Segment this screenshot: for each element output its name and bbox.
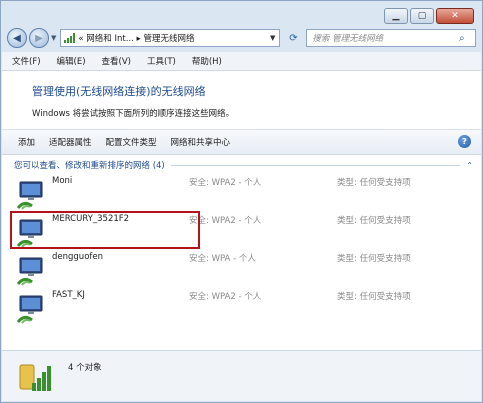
network-security: 安全: WPA2 - 个人 — [189, 178, 262, 188]
address-row: ◀ ▶ ▼ « 网络和 Int... ▸ 管理无线网络 ▼ ⟳ 搜索 管理无线网… — [7, 27, 476, 49]
menu-tools[interactable]: 工具(T) — [147, 55, 176, 67]
page-description: Windows 将尝试按照下面所列的顺序连接这些网络。 — [32, 109, 235, 119]
network-security: 安全: WPA - 个人 — [189, 254, 256, 264]
close-button[interactable]: ✕ — [436, 8, 474, 24]
group-header[interactable]: 您可以查看、修改和重新排序的网络 (4) ⌃ — [14, 158, 473, 172]
command-bar: 添加 适配器属性 配置文件类型 网络和共享中心 ? — [2, 129, 481, 155]
add-button[interactable]: 添加 — [18, 136, 35, 148]
network-sharing-center-button[interactable]: 网络和共享中心 — [171, 136, 231, 148]
search-input[interactable]: 搜索 管理无线网络 — [312, 32, 459, 44]
menu-view[interactable]: 查看(V) — [102, 55, 131, 67]
maximize-icon: ▢ — [417, 11, 427, 21]
network-security: 安全: WPA2 - 个人 — [189, 292, 262, 302]
refresh-button[interactable]: ⟳ — [284, 29, 302, 47]
page-title: 管理使用(无线网络连接)的无线网络 — [32, 85, 206, 98]
network-type: 类型: 任何受支持项 — [337, 254, 411, 264]
profile-types-button[interactable]: 配置文件类型 — [106, 136, 157, 148]
window: ▁ ▢ ✕ ◀ ▶ ▼ « 网络和 Int... ▸ 管理无线网络 ▼ ⟳ 搜索… — [0, 0, 483, 403]
collapse-chevron-icon[interactable]: ⌃ — [466, 161, 473, 170]
status-bar: 4 个对象 — [2, 350, 481, 401]
item-count: 4 个对象 — [68, 363, 102, 373]
address-bar[interactable]: « 网络和 Int... ▸ 管理无线网络 ▼ — [60, 29, 281, 47]
network-name: FAST_KJ — [52, 290, 85, 300]
network-item-fast-kj[interactable]: FAST_KJ 安全: WPA2 - 个人 类型: 任何受支持项 — [12, 290, 471, 326]
back-button[interactable]: ◀ — [7, 28, 27, 48]
network-type: 类型: 任何受支持项 — [337, 216, 411, 226]
group-divider — [170, 164, 461, 166]
network-folder-icon — [19, 364, 51, 391]
content-area: 管理使用(无线网络连接)的无线网络 Windows 将尝试按照下面所列的顺序连接… — [2, 71, 481, 401]
minimize-button[interactable]: ▁ — [384, 8, 408, 24]
network-folder-icon — [64, 33, 76, 43]
menu-file[interactable]: 文件(F) — [12, 55, 41, 67]
history-dropdown-icon[interactable]: ▼ — [51, 34, 56, 42]
network-item-moni[interactable]: Moni 安全: WPA2 - 个人 类型: 任何受支持项 — [12, 176, 471, 212]
search-icon[interactable]: ⌕ — [459, 33, 475, 44]
group-title: 您可以查看、修改和重新排序的网络 (4) — [14, 161, 165, 171]
network-type: 类型: 任何受支持项 — [337, 178, 411, 188]
network-name: Moni — [52, 176, 73, 186]
close-icon: ✕ — [451, 11, 459, 21]
selection-highlight-box — [10, 211, 200, 249]
menu-help[interactable]: 帮助(H) — [192, 55, 222, 67]
breadcrumb-manage-wireless[interactable]: 管理无线网络 — [144, 34, 195, 44]
wireless-network-icon — [16, 181, 43, 210]
menu-edit[interactable]: 编辑(E) — [57, 55, 86, 67]
menu-bar: 文件(F) 编辑(E) 查看(V) 工具(T) 帮助(H) — [2, 52, 481, 71]
network-item-dengguofen[interactable]: dengguofen 安全: WPA - 个人 类型: 任何受支持项 — [12, 252, 471, 288]
forward-button[interactable]: ▶ — [29, 28, 49, 48]
forward-arrow-icon: ▶ — [35, 32, 43, 44]
breadcrumb-network-internet[interactable]: 网络和 Int... — [86, 34, 134, 44]
network-name: dengguofen — [52, 252, 103, 262]
window-controls: ▁ ▢ ✕ — [384, 8, 474, 24]
search-box[interactable]: 搜索 管理无线网络 ⌕ — [306, 29, 476, 47]
adapter-properties-button[interactable]: 适配器属性 — [49, 136, 92, 148]
wireless-network-icon — [16, 295, 43, 324]
refresh-icon: ⟳ — [289, 32, 298, 44]
minimize-icon: ▁ — [392, 11, 400, 21]
address-dropdown-icon[interactable]: ▼ — [270, 34, 275, 42]
back-arrow-icon: ◀ — [13, 32, 21, 44]
breadcrumb: « 网络和 Int... ▸ 管理无线网络 — [78, 34, 195, 44]
network-type: 类型: 任何受支持项 — [337, 292, 411, 302]
help-icon[interactable]: ? — [458, 135, 471, 148]
maximize-button[interactable]: ▢ — [410, 8, 434, 24]
wireless-network-icon — [16, 257, 43, 286]
